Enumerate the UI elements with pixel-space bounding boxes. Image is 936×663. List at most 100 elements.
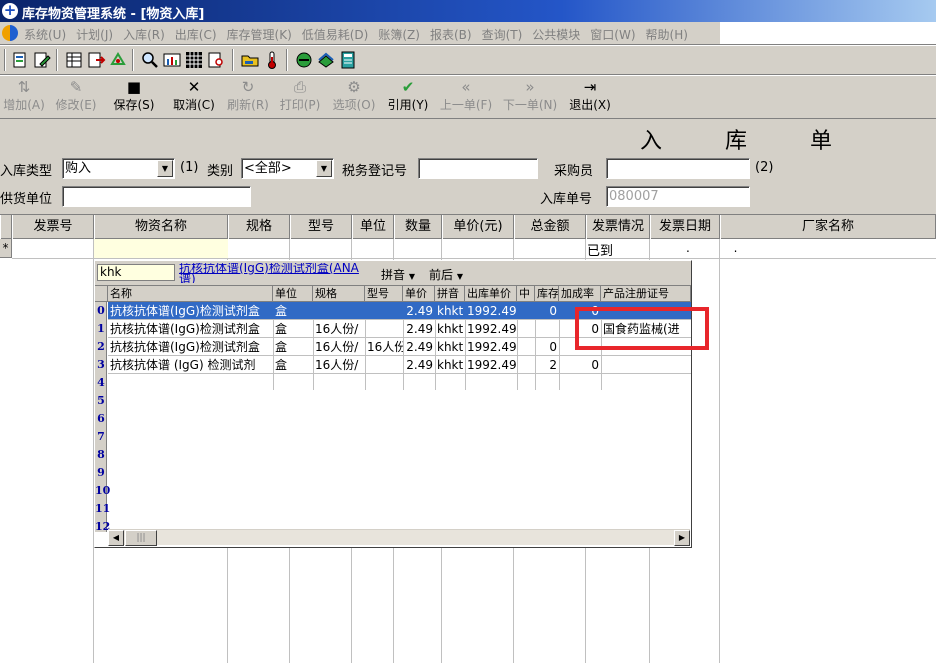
- reference-label: 引用(Y): [387, 98, 429, 112]
- calc-icon[interactable]: [338, 50, 358, 70]
- inbound-type-select[interactable]: 购入 ▼: [62, 158, 175, 179]
- lookup-row[interactable]: 抗核抗体谱 (IgG) 检测试剂 盒 16人份/ 2.49 khkt 1992.…: [108, 356, 691, 374]
- category-select[interactable]: <全部> ▼: [241, 158, 334, 179]
- table-icon[interactable]: [64, 50, 84, 70]
- cell-price: 2.49: [406, 340, 433, 354]
- mdi-child-icon[interactable]: [2, 25, 18, 41]
- thermometer-icon[interactable]: [262, 50, 282, 70]
- chevron-down-icon[interactable]: ▼: [316, 160, 332, 177]
- chevron-down-icon[interactable]: ▼: [157, 160, 173, 177]
- lookup-col-out-price[interactable]: 出库单价: [465, 286, 517, 302]
- match-dropdown[interactable]: 前后 ▼: [429, 266, 463, 283]
- cell-model: [365, 356, 403, 374]
- menu-report[interactable]: 报表(B): [430, 26, 472, 43]
- lookup-col-markup[interactable]: 加成率: [559, 286, 601, 302]
- buyer-field[interactable]: [606, 158, 750, 179]
- scroll-right-icon[interactable]: ▶: [674, 530, 690, 546]
- save-button[interactable]: ■ 保存(S): [108, 78, 160, 116]
- cell-pinyin: khkt: [437, 340, 464, 354]
- print-preview-icon[interactable]: [206, 50, 226, 70]
- menu-ledger[interactable]: 账簿(Z): [378, 26, 420, 43]
- icon-toolbar: [0, 46, 936, 74]
- print-button[interactable]: ⎙ 打印(P): [278, 78, 322, 116]
- menu-common[interactable]: 公共模块: [532, 26, 580, 43]
- cell-spec: [313, 302, 365, 320]
- search-icon[interactable]: [140, 50, 160, 70]
- lookup-col-reg-no[interactable]: 产品注册证号: [601, 286, 691, 302]
- divider: [0, 118, 936, 119]
- menu-query[interactable]: 查询(T): [482, 26, 523, 43]
- books-icon[interactable]: [316, 50, 336, 70]
- menu-plan[interactable]: 计划(J): [76, 26, 113, 43]
- chart-icon[interactable]: [162, 50, 182, 70]
- add-icon: ⇅: [17, 78, 31, 96]
- col-quantity[interactable]: 数量: [394, 215, 442, 239]
- stop-icon[interactable]: [294, 50, 314, 70]
- menu-help[interactable]: 帮助(H): [646, 26, 688, 43]
- buyer-label: 采购员: [554, 164, 594, 179]
- lookup-col-name[interactable]: 名称: [108, 286, 273, 302]
- lookup-col-pinyin[interactable]: 拼音: [435, 286, 465, 302]
- lookup-col-mid[interactable]: 中: [517, 286, 535, 302]
- export-icon[interactable]: [86, 50, 106, 70]
- next-doc-button[interactable]: » 下一单(N): [502, 78, 558, 116]
- lookup-col-stock[interactable]: 库存: [535, 286, 559, 302]
- grid-icon[interactable]: [184, 50, 204, 70]
- col-manufacturer[interactable]: 厂家名称: [720, 215, 936, 239]
- scroll-thumb[interactable]: |||: [125, 530, 157, 546]
- col-total[interactable]: 总金额: [514, 215, 586, 239]
- add-button[interactable]: ⇅ 增加(A): [2, 78, 46, 116]
- col-item-name[interactable]: 物资名称: [94, 215, 228, 239]
- menu-window[interactable]: 窗口(W): [590, 26, 635, 43]
- cell-spec: 16人份/: [315, 358, 359, 372]
- menu-stock[interactable]: 库存管理(K): [227, 26, 292, 43]
- cell-mid: [517, 302, 535, 320]
- doc-number-field[interactable]: 080007: [606, 186, 750, 207]
- supplier-field[interactable]: [62, 186, 251, 207]
- menu-outbound[interactable]: 出库(C): [175, 26, 217, 43]
- scroll-left-icon[interactable]: ◀: [108, 530, 124, 546]
- refresh-button[interactable]: ↻ 刷新(R): [226, 78, 270, 116]
- lookup-col-model[interactable]: 型号: [365, 286, 403, 302]
- cell-model: [365, 320, 403, 338]
- horizontal-scrollbar[interactable]: ◀ ||| ▶: [108, 529, 690, 546]
- lookup-search-input[interactable]: khk: [97, 264, 175, 281]
- invoice-status-cell[interactable]: 已到: [587, 240, 613, 259]
- cell-mid: [517, 338, 535, 356]
- reference-button[interactable]: ✔ 引用(Y): [386, 78, 430, 116]
- col-invoice-no[interactable]: 发票号: [12, 215, 94, 239]
- invoice-date-cell[interactable]: . .: [686, 241, 757, 255]
- menu-inbound[interactable]: 入库(R): [123, 26, 165, 43]
- col-invoice-date[interactable]: 发票日期: [650, 215, 720, 239]
- item-name-cell[interactable]: [94, 239, 228, 258]
- grid-column: [12, 239, 94, 663]
- col-unit[interactable]: 单位: [352, 215, 394, 239]
- menu-system[interactable]: 系统(U): [24, 26, 66, 43]
- lookup-col-price[interactable]: 单价: [403, 286, 435, 302]
- row-number: 2: [97, 340, 105, 353]
- tax-id-field[interactable]: [418, 158, 538, 179]
- cell-reg-no: [601, 356, 691, 374]
- col-invoice-status[interactable]: 发票情况: [586, 215, 650, 239]
- lookup-col-unit[interactable]: 单位: [273, 286, 313, 302]
- sort-dropdown[interactable]: 拼音 ▼: [381, 266, 415, 283]
- edit-button[interactable]: ✎ 修改(E): [54, 78, 98, 116]
- row-number: 6: [97, 412, 105, 425]
- menu-consumables[interactable]: 低值易耗(D): [302, 26, 369, 43]
- print-icon: ⎙: [293, 78, 306, 96]
- cancel-button[interactable]: ✕ 取消(C): [172, 78, 216, 116]
- col-spec[interactable]: 规格: [228, 215, 290, 239]
- next-icon: »: [525, 78, 535, 96]
- folder-hand-icon[interactable]: [240, 50, 260, 70]
- edit-doc-icon[interactable]: [32, 50, 52, 70]
- lookup-col-spec[interactable]: 规格: [313, 286, 365, 302]
- tax-id-label: 税务登记号: [342, 164, 408, 179]
- options-button[interactable]: ⚙ 选项(O): [332, 78, 376, 116]
- exit-button[interactable]: ⇥ 退出(X): [566, 78, 614, 116]
- open-doc-icon[interactable]: [10, 50, 30, 70]
- col-unit-price[interactable]: 单价(元): [442, 215, 514, 239]
- recycle-icon[interactable]: [108, 50, 128, 70]
- col-model[interactable]: 型号: [290, 215, 352, 239]
- prev-doc-button[interactable]: « 上一单(F): [438, 78, 494, 116]
- row-number: 10: [95, 484, 111, 497]
